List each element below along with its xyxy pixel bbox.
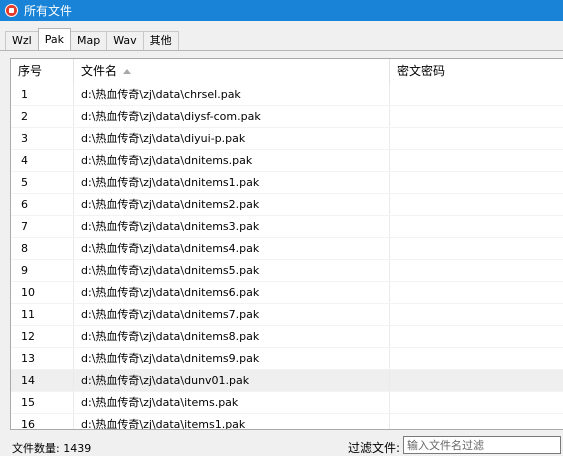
table-row[interactable]: 2 d:\热血传奇\zj\data\diysf-com.pak [11,106,563,128]
tab-bar: Wzl Pak Map Wav 其他 [5,28,179,50]
column-header-index[interactable]: 序号 [11,59,74,84]
row-password [390,238,563,259]
row-filename: d:\热血传奇\zj\data\items.pak [74,392,390,413]
row-index: 3 [11,128,74,149]
table-row[interactable]: 6 d:\热血传奇\zj\data\dnitems2.pak [11,194,563,216]
column-header-password[interactable]: 密文密码 [390,59,563,84]
row-index: 1 [11,84,74,105]
row-index: 12 [11,326,74,347]
row-password [390,216,563,237]
row-index: 16 [11,414,74,429]
table-row[interactable]: 15 d:\热血传奇\zj\data\items.pak [11,392,563,414]
table-row[interactable]: 14 d:\热血传奇\zj\data\dunv01.pak [11,370,563,392]
tab-wav[interactable]: Wav [106,31,144,50]
table-row[interactable]: 5 d:\热血传奇\zj\data\dnitems1.pak [11,172,563,194]
row-index: 7 [11,216,74,237]
row-password [390,326,563,347]
row-index: 10 [11,282,74,303]
file-table: 序号 文件名 密文密码 1 d:\热血传奇\zj\data\chrsel.pak 2… [10,58,563,430]
filter-label: 过滤文件: [348,441,401,455]
table-row[interactable]: 3 d:\热血传奇\zj\data\diyui-p.pak [11,128,563,150]
row-password [390,260,563,281]
row-filename: d:\热血传奇\zj\data\dnitems3.pak [74,216,390,237]
row-filename: d:\热血传奇\zj\data\diysf-com.pak [74,106,390,127]
tab-other[interactable]: 其他 [142,31,179,50]
row-index: 2 [11,106,74,127]
title-bar: 所有文件 [0,0,563,21]
row-filename: d:\热血传奇\zj\data\diyui-p.pak [74,128,390,149]
row-index: 9 [11,260,74,281]
row-filename: d:\热血传奇\zj\data\dnitems1.pak [74,172,390,193]
tab-map[interactable]: Map [69,31,108,50]
row-filename: d:\热血传奇\zj\data\dnitems8.pak [74,326,390,347]
table-row[interactable]: 10 d:\热血传奇\zj\data\dnitems6.pak [11,282,563,304]
row-filename: d:\热血传奇\zj\data\dnitems7.pak [74,304,390,325]
table-body: 1 d:\热血传奇\zj\data\chrsel.pak 2 d:\热血传奇\zj\d… [11,84,563,429]
row-password [390,304,563,325]
row-filename: d:\热血传奇\zj\data\dnitems9.pak [74,348,390,369]
tab-wzl[interactable]: Wzl [5,31,39,50]
row-password [390,414,563,429]
row-index: 4 [11,150,74,171]
sort-ascending-icon [123,69,132,74]
table-row[interactable]: 11 d:\热血传奇\zj\data\dnitems7.pak [11,304,563,326]
tab-pak[interactable]: Pak [37,28,71,50]
table-header: 序号 文件名 密文密码 [11,59,563,84]
table-row[interactable]: 16 d:\热血传奇\zj\data\items1.pak [11,414,563,429]
table-row[interactable]: 4 d:\热血传奇\zj\data\dnitems.pak [11,150,563,172]
row-filename: d:\热血传奇\zj\data\dnitems.pak [74,150,390,171]
table-row[interactable]: 8 d:\热血传奇\zj\data\dnitems4.pak [11,238,563,260]
filter-input[interactable] [403,436,561,454]
row-filename: d:\热血传奇\zj\data\dnitems6.pak [74,282,390,303]
row-index: 5 [11,172,74,193]
row-filename: d:\热血传奇\zj\data\dnitems2.pak [74,194,390,215]
row-index: 6 [11,194,74,215]
column-header-filename[interactable]: 文件名 [74,59,390,84]
tab-divider [0,50,563,51]
table-row[interactable]: 12 d:\热血传奇\zj\data\dnitems8.pak [11,326,563,348]
row-index: 13 [11,348,74,369]
row-filename: d:\热血传奇\zj\data\items1.pak [74,414,390,429]
row-password [390,150,563,171]
row-index: 14 [11,370,74,391]
row-index: 15 [11,392,74,413]
row-password [390,392,563,413]
row-filename: d:\热血传奇\zj\data\dunv01.pak [74,370,390,391]
row-password [390,282,563,303]
row-filename: d:\热血传奇\zj\data\dnitems5.pak [74,260,390,281]
row-password [390,172,563,193]
table-row[interactable]: 9 d:\热血传奇\zj\data\dnitems5.pak [11,260,563,282]
table-row[interactable]: 13 d:\热血传奇\zj\data\dnitems9.pak [11,348,563,370]
table-row[interactable]: 7 d:\热血传奇\zj\data\dnitems3.pak [11,216,563,238]
row-index: 11 [11,304,74,325]
row-password [390,194,563,215]
file-count: 文件数量: 1439 [12,442,92,455]
app-icon [5,4,18,17]
row-filename: d:\热血传奇\zj\data\chrsel.pak [74,84,390,105]
window-title: 所有文件 [24,4,73,18]
row-index: 8 [11,238,74,259]
row-filename: d:\热血传奇\zj\data\dnitems4.pak [74,238,390,259]
row-password [390,348,563,369]
row-password [390,106,563,127]
row-password [390,84,563,105]
row-password [390,370,563,391]
row-password [390,128,563,149]
table-row[interactable]: 1 d:\热血传奇\zj\data\chrsel.pak [11,84,563,106]
